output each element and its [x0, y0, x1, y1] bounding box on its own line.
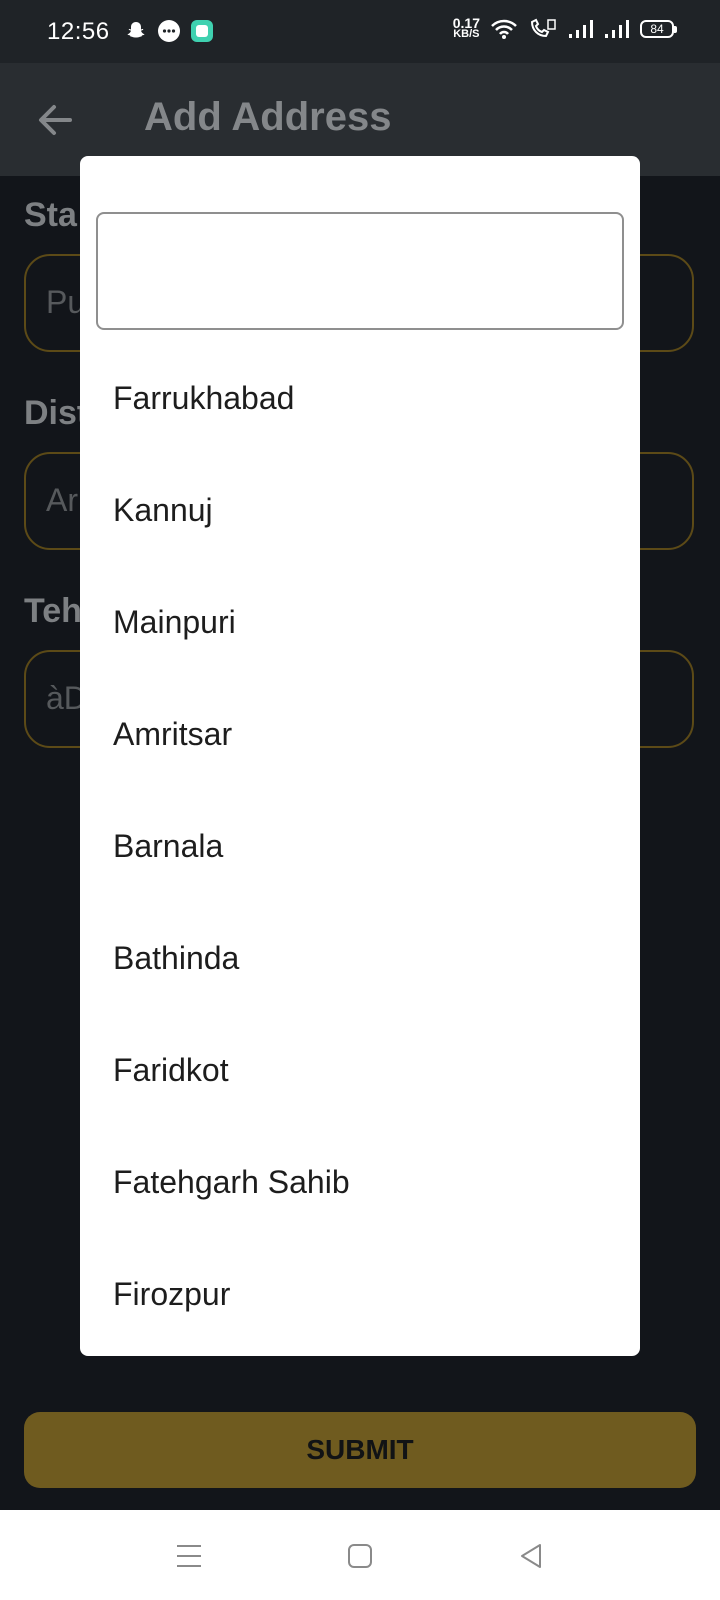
option-list: Farrukhabad Kannuj Mainpuri Amritsar Bar… [80, 342, 640, 1350]
signal-icon [605, 20, 629, 38]
system-nav-bar [0, 1510, 720, 1600]
submit-button[interactable]: SUBMIT [24, 1412, 696, 1488]
option-item[interactable]: Firozpur [80, 1238, 640, 1350]
battery-level: 84 [650, 22, 664, 36]
option-item[interactable]: Bathinda [80, 902, 640, 1014]
district-label: Dist [24, 394, 89, 432]
wifi-calling-icon [530, 18, 556, 38]
district-value: Ar [46, 482, 78, 518]
tehsil-label: Teh [24, 592, 82, 630]
option-item[interactable]: Amritsar [80, 678, 640, 790]
option-item[interactable]: Mainpuri [80, 566, 640, 678]
battery-icon: 84 [640, 20, 677, 38]
search-input[interactable] [96, 212, 624, 330]
status-bar: 12:56 0.17 KB/S 84 [0, 0, 720, 63]
menu-icon[interactable] [174, 1541, 204, 1571]
app-icon [191, 20, 213, 42]
option-item[interactable]: Faridkot [80, 1014, 640, 1126]
home-icon[interactable] [345, 1541, 375, 1571]
option-item[interactable]: Barnala [80, 790, 640, 902]
option-item[interactable]: Farrukhabad [80, 342, 640, 454]
state-label: Sta [24, 196, 77, 234]
option-item[interactable]: Fatehgarh Sahib [80, 1126, 640, 1238]
snapchat-icon [127, 22, 145, 38]
wifi-icon [491, 19, 517, 39]
option-item[interactable]: Kannuj [80, 454, 640, 566]
arrow-left-icon[interactable] [34, 99, 76, 141]
page-title: Add Address [144, 95, 392, 139]
signal-icon [569, 20, 593, 38]
notification-icons [124, 19, 214, 43]
district-picker-dialog: Farrukhabad Kannuj Mainpuri Amritsar Bar… [80, 156, 640, 1356]
net-speed: 0.17 KB/S [453, 16, 480, 40]
status-time: 12:56 [47, 18, 110, 45]
back-icon[interactable] [516, 1541, 546, 1571]
message-icon [158, 20, 180, 42]
net-speed-unit: KB/S [453, 28, 480, 40]
status-right: 0.17 KB/S 84 [453, 16, 677, 40]
